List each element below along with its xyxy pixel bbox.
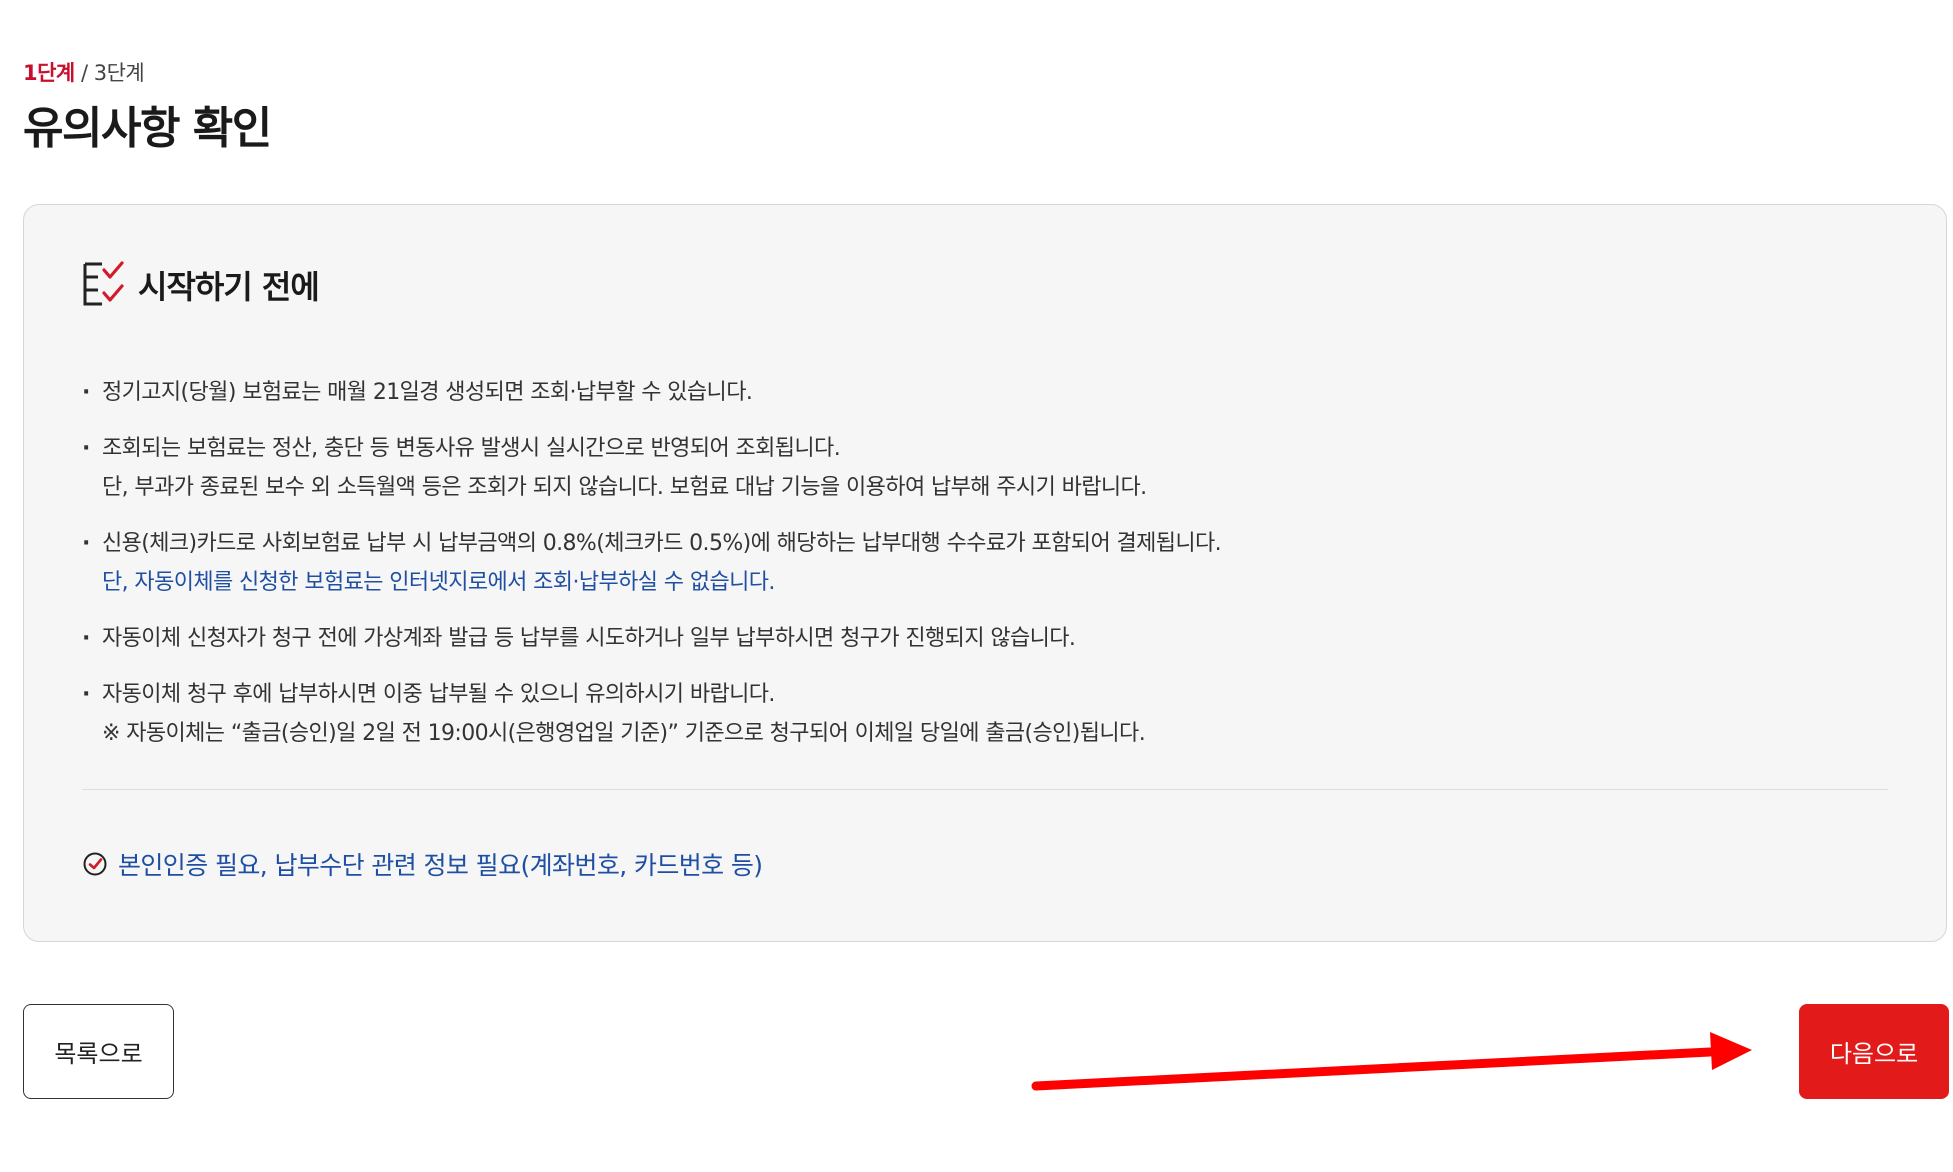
page-title: 유의사항 확인: [23, 103, 272, 154]
notice-line-highlight: 단, 자동이체를 신청한 보험료는 인터넷지로에서 조회·납부하실 수 없습니다…: [102, 570, 775, 595]
notice-item: 조회되는 보험료는 정산, 충단 등 변동사유 발생시 실시간으로 반영되어 조…: [82, 429, 1882, 507]
panel-title: 시작하기 전에: [138, 268, 320, 306]
list-button[interactable]: 목록으로: [23, 1004, 174, 1099]
check-circle-icon: [83, 852, 107, 876]
notice-item: 자동이체 청구 후에 납부하시면 이중 납부될 수 있으니 유의하시기 바랍니다…: [82, 675, 1882, 753]
requirement-note: 본인인증 필요, 납부수단 관련 정보 필요(계좌번호, 카드번호 등): [82, 846, 763, 882]
step-separator: /: [74, 61, 94, 85]
notice-panel: 시작하기 전에 정기고지(당월) 보험료는 매월 21일경 생성되면 조회·납부…: [23, 204, 1947, 942]
divider: [82, 789, 1888, 790]
notice-item: 정기고지(당월) 보험료는 매월 21일경 생성되면 조회·납부할 수 있습니다…: [82, 373, 1882, 412]
step-indicator: 1단계 / 3단계: [23, 57, 145, 87]
notice-line: 단, 부과가 종료된 보수 외 소득월액 등은 조회가 되지 않습니다. 보험료…: [102, 475, 1147, 500]
notice-item: 신용(체크)카드로 사회보험료 납부 시 납부금액의 0.8%(체크카드 0.5…: [82, 524, 1882, 602]
notice-line: 정기고지(당월) 보험료는 매월 21일경 생성되면 조회·납부할 수 있습니다…: [102, 380, 753, 405]
checklist-icon: [83, 261, 124, 306]
notice-item: 자동이체 신청자가 청구 전에 가상계좌 발급 등 납부를 시도하거나 일부 납…: [82, 619, 1882, 658]
notice-line: 자동이체 신청자가 청구 전에 가상계좌 발급 등 납부를 시도하거나 일부 납…: [102, 626, 1076, 651]
notice-list: 정기고지(당월) 보험료는 매월 21일경 생성되면 조회·납부할 수 있습니다…: [82, 373, 1882, 770]
current-step: 1단계: [23, 61, 75, 85]
next-button[interactable]: 다음으로: [1799, 1004, 1949, 1099]
notice-line: 신용(체크)카드로 사회보험료 납부 시 납부금액의 0.8%(체크카드 0.5…: [102, 531, 1222, 556]
total-steps: 3단계: [93, 61, 145, 85]
notice-line: ※ 자동이체는 “출금(승인)일 2일 전 19:00시(은행영업일 기준)” …: [102, 721, 1146, 746]
notice-line: 조회되는 보험료는 정산, 충단 등 변동사유 발생시 실시간으로 반영되어 조…: [102, 436, 841, 461]
red-arrow-icon: [1031, 1032, 1752, 1091]
notice-line: 자동이체 청구 후에 납부하시면 이중 납부될 수 있으니 유의하시기 바랍니다…: [102, 682, 775, 707]
requirement-text: 본인인증 필요, 납부수단 관련 정보 필요(계좌번호, 카드번호 등): [118, 851, 763, 880]
panel-header: 시작하기 전에: [82, 260, 320, 310]
